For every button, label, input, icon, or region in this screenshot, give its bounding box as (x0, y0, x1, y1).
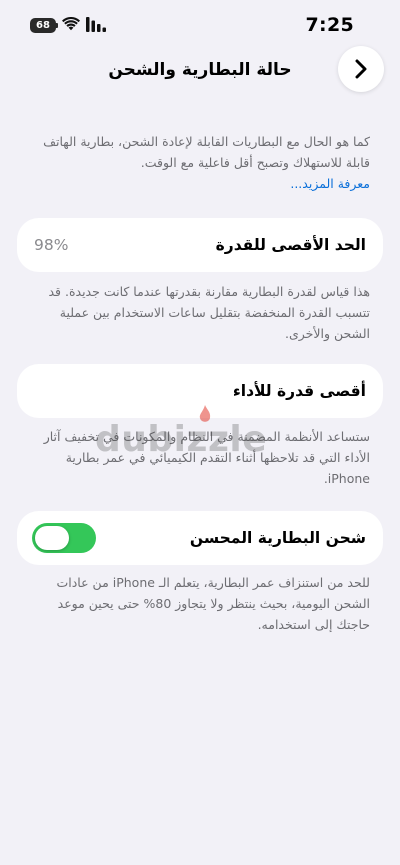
intro-description: كما هو الحال مع البطاريات القابلة لإعادة… (30, 131, 370, 194)
battery-level: 68 (36, 20, 50, 31)
maximum-capacity-value: 98% (34, 236, 69, 254)
status-bar: 68 7:25 (0, 0, 400, 50)
optimized-charging-toggle[interactable] (32, 523, 96, 553)
cellular-signal-icon (86, 17, 106, 32)
peak-performance-row: أقصى قدرة للأداء (17, 364, 383, 418)
learn-more-link[interactable]: معرفة المزيد... (30, 173, 370, 194)
maximum-capacity-description: هذا قياس لقدرة البطارية مقارنة بقدرتها ع… (48, 284, 370, 341)
maximum-capacity-label: الحد الأقصى للقدرة (215, 236, 366, 254)
maximum-capacity-row: الحد الأقصى للقدرة 98% (17, 218, 383, 272)
optimized-charging-label: شحن البطارية المحسن (189, 529, 366, 547)
optimized-charging-row: شحن البطارية المحسن (17, 511, 383, 565)
battery-icon: 68 (30, 18, 56, 33)
status-time: 7:25 (305, 14, 354, 36)
battery-tip (56, 23, 58, 28)
wifi-icon (62, 17, 80, 31)
optimized-charging-description: للحد من استنزاف عمر البطارية، يتعلم الـ … (56, 575, 371, 632)
peak-performance-description: ستساعد الأنظمة المضمنة في النظام والمكون… (43, 429, 370, 486)
peak-performance-label: أقصى قدرة للأداء (232, 382, 366, 400)
intro-text: كما هو الحال مع البطاريات القابلة لإعادة… (43, 134, 370, 170)
page-title: حالة البطارية والشحن (108, 60, 292, 80)
toggle-knob (35, 526, 69, 550)
